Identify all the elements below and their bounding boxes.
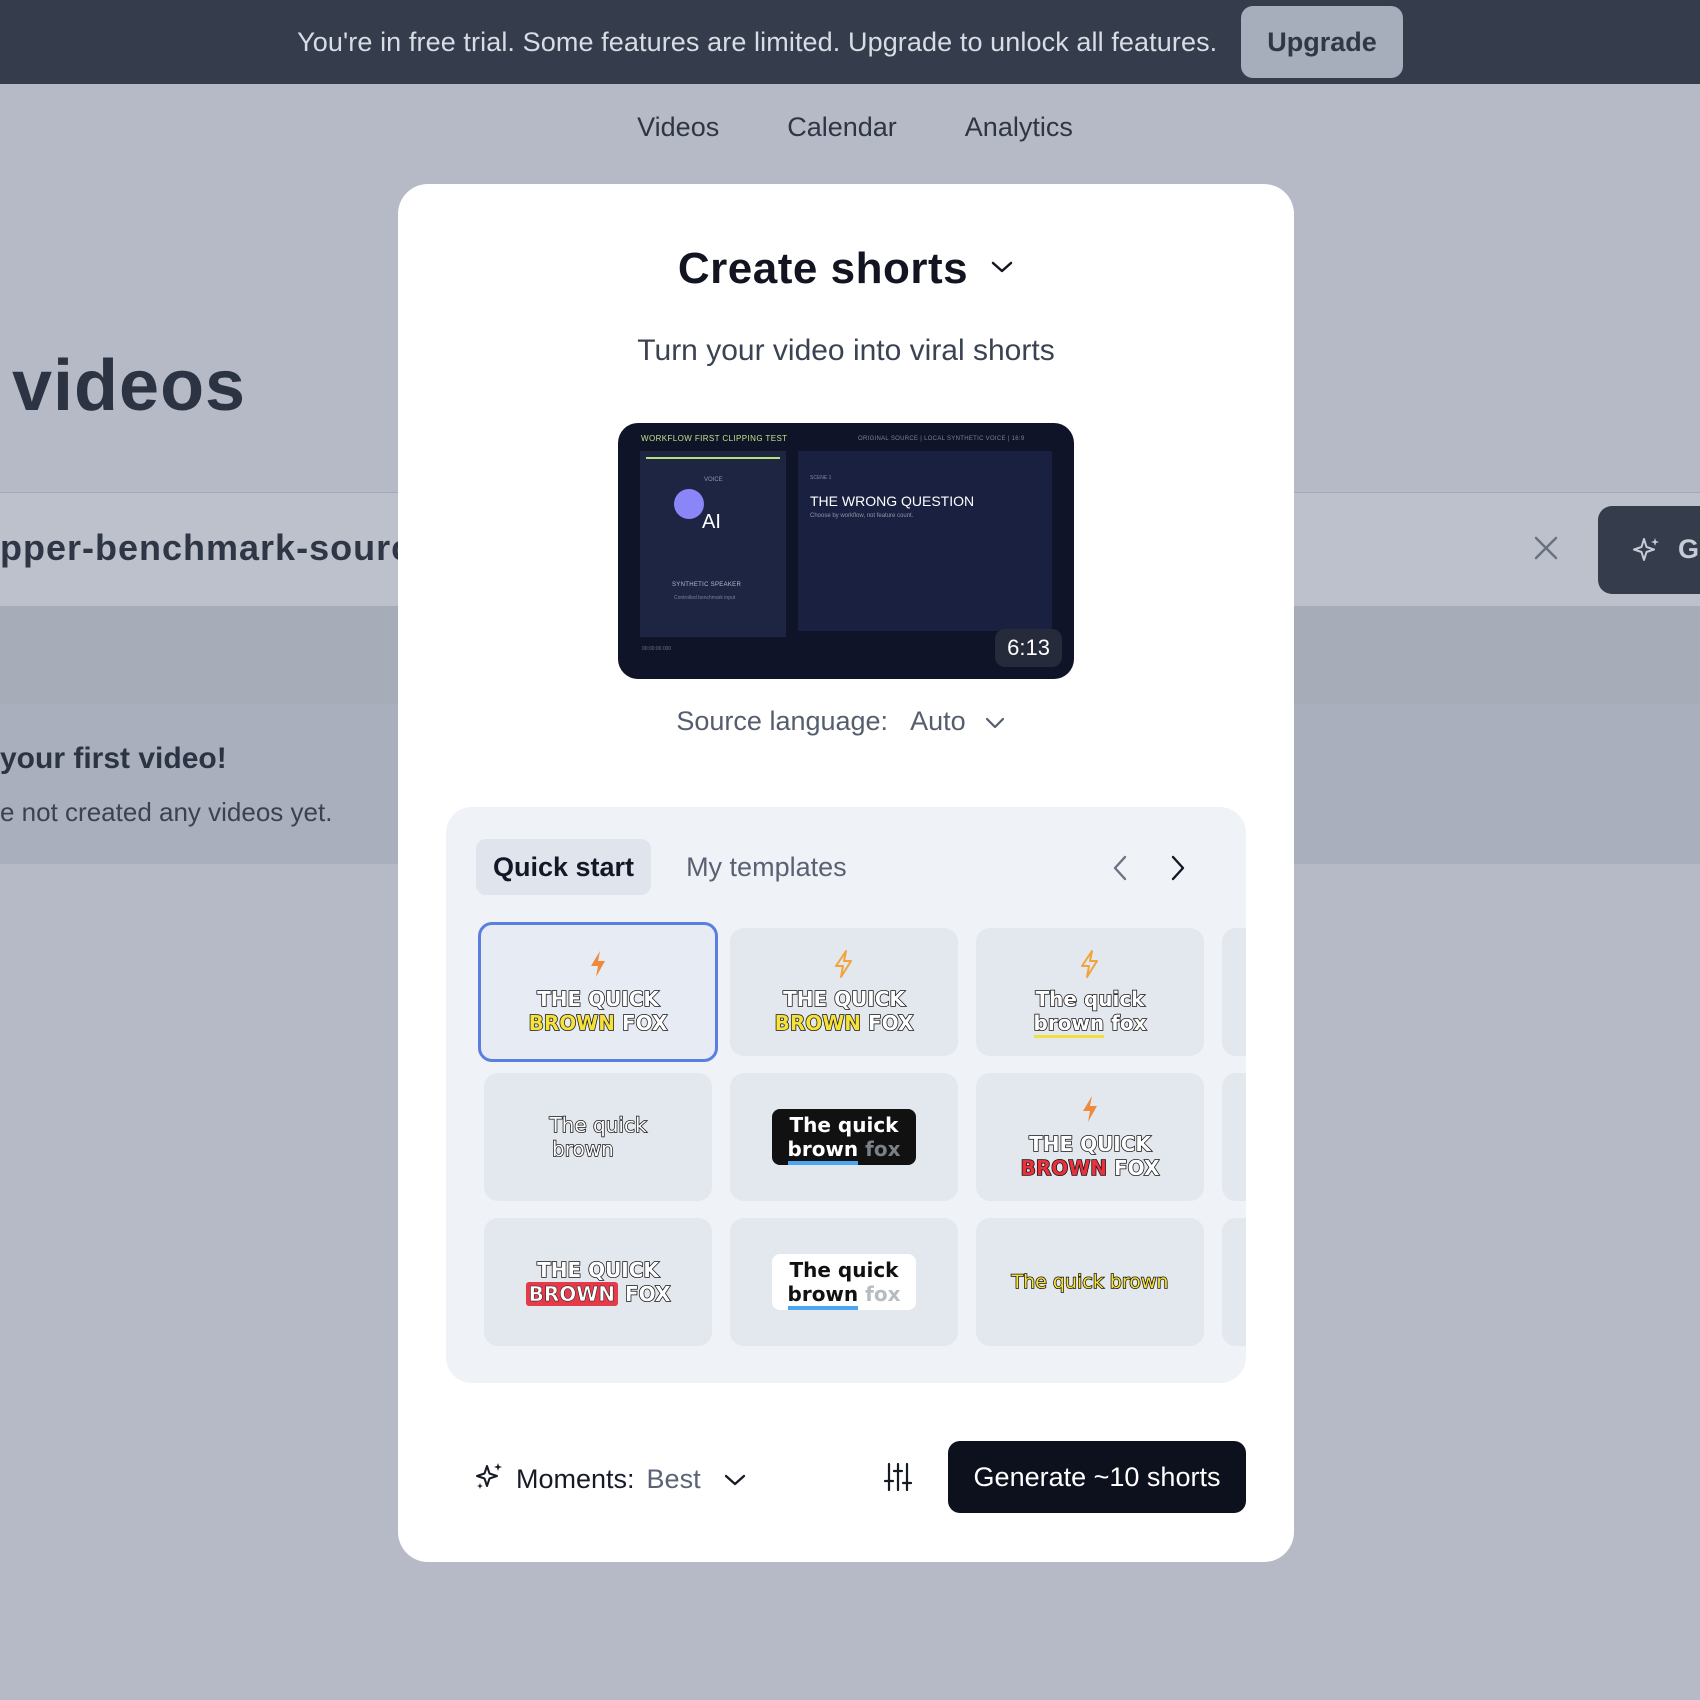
template-card[interactable]: The quick brown: [976, 1218, 1204, 1346]
chevron-left-icon[interactable]: [1108, 853, 1134, 883]
trial-banner-text: You're in free trial. Some features are …: [297, 26, 1218, 57]
template-caption-line-1: The quick: [789, 1258, 899, 1282]
template-card-partial[interactable]: [1222, 928, 1246, 1056]
empty-state-title: your first video!: [0, 742, 227, 775]
file-name: pper-benchmark-source: [0, 527, 434, 568]
settings-sliders-icon[interactable]: [883, 1461, 913, 1493]
scene-subheading: Choose by workflow, not feature count.: [810, 513, 914, 519]
template-caption-line-2: brown: [551, 1136, 614, 1162]
template-caption-line-1: THE QUICK: [1028, 1131, 1151, 1157]
template-card[interactable]: THE QUICK BROWN FOX: [730, 928, 958, 1056]
template-card[interactable]: THE QUICK BROWN FOX: [976, 1073, 1204, 1201]
template-card[interactable]: The quick brown: [484, 1073, 712, 1201]
page-title: videos: [12, 346, 247, 426]
video-speaker-panel: VOICE AI SYNTHETIC SPEAKER Controlled be…: [640, 451, 786, 637]
scene-label: SCENE 1: [810, 475, 832, 481]
nav-item-calendar[interactable]: Calendar: [787, 112, 897, 143]
template-tabs: Quick start My templates: [476, 839, 864, 895]
modal-title-dropdown[interactable]: Create shorts: [398, 244, 1294, 294]
video-header-right: ORIGINAL SOURCE | LOCAL SYNTHETIC VOICE …: [858, 436, 1025, 442]
chevron-right-icon[interactable]: [1164, 853, 1190, 883]
template-caption-line-1: THE QUICK: [536, 986, 659, 1012]
sparkle-icon: [474, 1461, 504, 1498]
template-caption-line-2: brown fox: [787, 1137, 900, 1165]
video-header-left: WORKFLOW FIRST CLIPPING TEST: [641, 434, 788, 443]
speaker-name: SYNTHETIC SPEAKER: [672, 582, 742, 588]
chevron-down-icon: [990, 259, 1014, 280]
source-language-label: Source language:: [676, 706, 889, 736]
template-caption-line-2: BROWN FOX: [1020, 1155, 1160, 1181]
generate-button-label: G: [1678, 534, 1700, 564]
template-card[interactable]: The quick brown fox: [730, 1073, 958, 1201]
template-caption-line-1: The quick: [789, 1113, 899, 1137]
template-caption-box: The quick brown fox: [771, 1254, 917, 1310]
nav-item-videos[interactable]: Videos: [637, 112, 719, 143]
sparkle-icon: [1632, 536, 1662, 571]
template-card-partial[interactable]: [1222, 1073, 1246, 1201]
close-icon[interactable]: [1532, 534, 1560, 562]
template-caption-line-2: BROWN FOX: [774, 1010, 914, 1036]
generate-button-background[interactable]: G: [1598, 506, 1700, 594]
generate-shorts-button[interactable]: Generate ~10 shorts: [948, 1441, 1246, 1513]
template-card[interactable]: THE QUICK BROWN FOX: [484, 1218, 712, 1346]
tab-my-templates[interactable]: My templates: [669, 839, 864, 895]
video-thumbnail[interactable]: WORKFLOW FIRST CLIPPING TEST ORIGINAL SO…: [618, 423, 1074, 679]
modal-footer: Moments: Best Generate ~10 shorts: [398, 1441, 1294, 1513]
source-language-select[interactable]: Auto: [910, 706, 1006, 737]
template-caption-line-1: The quick: [549, 1112, 648, 1138]
lightning-icon: [1080, 1095, 1100, 1128]
moments-dropdown[interactable]: Moments: Best: [474, 1461, 747, 1498]
create-shorts-modal: Create shorts Turn your video into viral…: [398, 184, 1294, 1562]
tab-quick-start[interactable]: Quick start: [476, 839, 652, 895]
lightning-icon: [588, 950, 608, 983]
scene-heading: THE WRONG QUESTION: [810, 493, 975, 509]
video-duration-badge: 6:13: [995, 629, 1062, 667]
speaker-avatar: [674, 489, 704, 519]
chevron-down-icon: [723, 1464, 747, 1495]
template-caption-box: The quick brown fox: [771, 1109, 917, 1165]
template-card[interactable]: The quick brown fox: [730, 1218, 958, 1346]
template-caption-line-1: The quick brown: [1011, 1270, 1169, 1294]
video-voice-label: VOICE: [704, 477, 723, 483]
source-language-value: Auto: [910, 706, 966, 736]
template-card-partial[interactable]: [1222, 1218, 1246, 1346]
template-caption-line-1: THE QUICK: [782, 986, 905, 1012]
template-caption-line-2: brown fox: [787, 1282, 900, 1310]
empty-state-subtitle: e not created any videos yet.: [0, 797, 333, 827]
template-caption-line-1: THE QUICK: [536, 1257, 659, 1283]
template-caption-line-1: The quick: [1035, 986, 1145, 1012]
template-card[interactable]: THE QUICK BROWN FOX: [478, 922, 718, 1062]
top-nav: Videos Calendar Analytics: [0, 112, 1700, 143]
template-panel: Quick start My templates THE QUICK BROWN…: [446, 807, 1246, 1383]
template-caption-line-2: brown fox: [1033, 1010, 1147, 1038]
video-timestamp: 00:00:00.000: [642, 646, 672, 652]
source-language-row: Source language: Auto: [398, 706, 1294, 737]
speaker-description: Controlled benchmark input: [674, 595, 736, 601]
modal-title: Create shorts: [677, 244, 969, 293]
speaker-ai-label: AI: [702, 511, 721, 533]
upgrade-button[interactable]: Upgrade: [1241, 6, 1403, 78]
template-caption-line-2: BROWN FOX: [525, 1281, 671, 1307]
template-card[interactable]: The quick brown fox: [976, 928, 1204, 1056]
moments-value: Best: [646, 1464, 701, 1494]
modal-subtitle: Turn your video into viral shorts: [637, 334, 1055, 367]
chevron-down-icon: [984, 706, 1006, 737]
lightning-icon: [1079, 949, 1101, 983]
template-caption-line-2: BROWN FOX: [528, 1010, 668, 1036]
video-scene-panel: SCENE 1 THE WRONG QUESTION Choose by wor…: [798, 451, 1052, 631]
moments-label: Moments:: [516, 1464, 635, 1494]
video-progress-line: [646, 457, 780, 459]
nav-item-analytics[interactable]: Analytics: [965, 112, 1073, 143]
lightning-icon: [833, 949, 855, 983]
trial-banner: You're in free trial. Some features are …: [0, 0, 1700, 84]
